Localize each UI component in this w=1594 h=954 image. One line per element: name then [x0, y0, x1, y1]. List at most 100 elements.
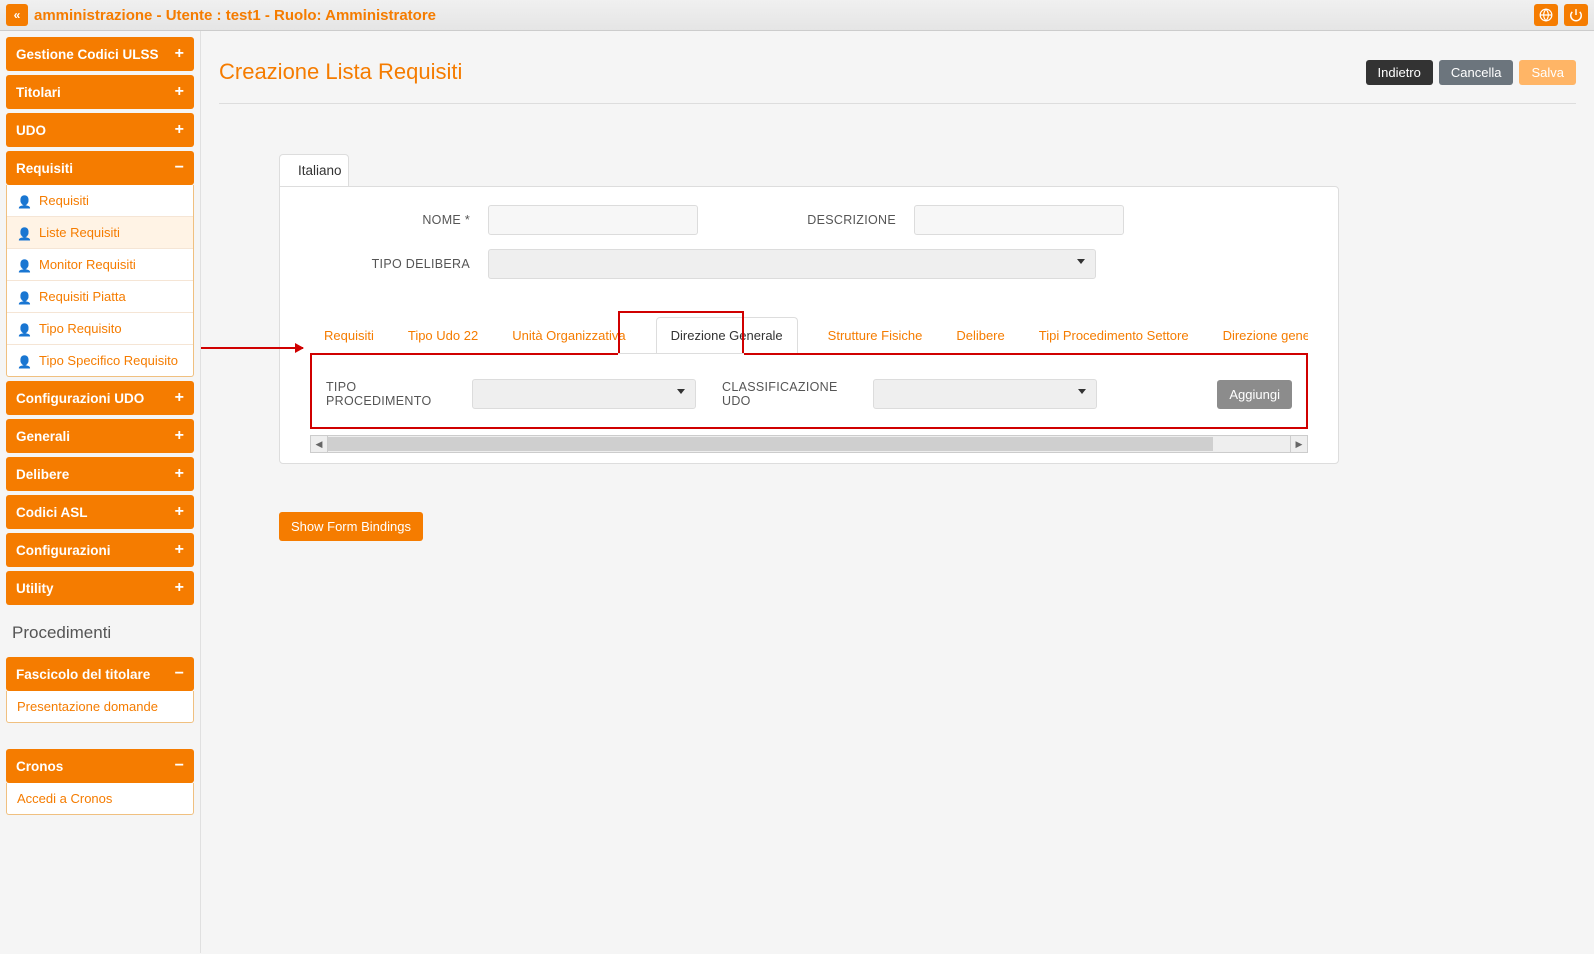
sidebar-group-utility[interactable]: Utility + — [6, 571, 194, 605]
globe-icon[interactable] — [1534, 4, 1558, 26]
sidebar-item-presentazione-domande[interactable]: Presentazione domande — [7, 691, 193, 722]
inner-tabs: Requisiti Tipo Udo 22 Unità Organizzativ… — [310, 317, 1308, 354]
tab-strutture-fisiche[interactable]: Strutture Fisiche — [824, 318, 927, 353]
input-descrizione[interactable] — [914, 205, 1124, 235]
expand-icon: + — [175, 83, 184, 101]
person-gear-icon — [17, 290, 31, 304]
label-tipo-procedimento: TIPO PROCEDIMENTO — [326, 380, 456, 408]
sidebar-item-label: Monitor Requisiti — [39, 257, 136, 272]
tab-requisiti[interactable]: Requisiti — [320, 318, 378, 353]
sidebar-group-delibere[interactable]: Delibere + — [6, 457, 194, 491]
sidebar-group-gestione-codici-ulss[interactable]: Gestione Codici ULSS + — [6, 37, 194, 71]
sidebar-group-fascicolo[interactable]: Fascicolo del titolare − — [6, 657, 194, 691]
tab-tipo-udo-22[interactable]: Tipo Udo 22 — [404, 318, 482, 353]
label-classificazione-udo: CLASSIFICAZIONE UDO — [722, 380, 857, 408]
person-gear-icon — [17, 258, 31, 272]
sidebar-group-configurazioni[interactable]: Configurazioni + — [6, 533, 194, 567]
select-tipo-delibera[interactable] — [488, 249, 1096, 279]
expand-icon: + — [175, 121, 184, 139]
page-title: Creazione Lista Requisiti — [219, 59, 462, 85]
horizontal-scrollbar[interactable]: ◀ ▶ — [310, 435, 1308, 453]
expand-icon: + — [175, 579, 184, 597]
tab-unita-organizzativa[interactable]: Unità Organizzativa — [508, 318, 629, 353]
sidebar-group-cronos[interactable]: Cronos − — [6, 749, 194, 783]
sidebar-group-label: Utility — [16, 581, 54, 596]
sidebar-item-label: Accedi a Cronos — [17, 791, 112, 806]
person-gear-icon — [17, 194, 31, 208]
show-form-bindings-button[interactable]: Show Form Bindings — [279, 512, 423, 541]
scroll-track[interactable] — [328, 435, 1290, 453]
select-classificazione-udo[interactable] — [873, 379, 1097, 409]
sidebar-group-requisiti[interactable]: Requisiti − — [6, 151, 194, 185]
form-card: NOME * DESCRIZIONE TIPO DELIBERA Requisi… — [279, 186, 1339, 464]
sidebar-item-label: Tipo Specifico Requisito — [39, 353, 178, 368]
sidebar-group-label: Gestione Codici ULSS — [16, 47, 159, 62]
sidebar-group-label: Delibere — [16, 467, 69, 482]
sidebar-item-requisiti-piatta[interactable]: Requisiti Piatta — [7, 281, 193, 313]
header-title: amministrazione - Utente : test1 - Ruolo… — [34, 7, 436, 24]
select-tipo-procedimento[interactable] — [472, 379, 696, 409]
sidebar-group-label: Requisiti — [16, 161, 73, 176]
sidebar-group-label: Codici ASL — [16, 505, 88, 520]
title-row: Creazione Lista Requisiti Indietro Cance… — [219, 59, 1576, 104]
tab-tipi-procedimento-settore[interactable]: Tipi Procedimento Settore — [1035, 318, 1193, 353]
sidebar-item-requisiti[interactable]: Requisiti — [7, 185, 193, 217]
header-right — [1534, 4, 1588, 26]
person-gear-icon — [17, 322, 31, 336]
tab-content-row: TIPO PROCEDIMENTO CLASSIFICAZIONE UDO Ag… — [326, 379, 1292, 409]
sidebar-item-tipo-requisito[interactable]: Tipo Requisito — [7, 313, 193, 345]
annotation-arrow — [201, 347, 303, 349]
expand-icon: + — [175, 541, 184, 559]
sidebar-group-titolari[interactable]: Titolari + — [6, 75, 194, 109]
sidebar-item-label: Liste Requisiti — [39, 225, 120, 240]
app-header: « amministrazione - Utente : test1 - Ruo… — [0, 0, 1594, 31]
sidebar-item-label: Requisiti — [39, 193, 89, 208]
power-icon[interactable] — [1564, 4, 1588, 26]
scroll-left-arrow-icon[interactable]: ◀ — [310, 435, 328, 453]
annotation-border — [312, 353, 618, 355]
sidebar-group-label: Cronos — [16, 759, 63, 774]
add-button[interactable]: Aggiungi — [1217, 380, 1292, 409]
expand-icon: + — [175, 45, 184, 63]
scroll-right-arrow-icon[interactable]: ▶ — [1290, 435, 1308, 453]
sidebar-group-label: Generali — [16, 429, 70, 444]
sidebar-group-codici-asl[interactable]: Codici ASL + — [6, 495, 194, 529]
chevron-down-icon — [1077, 259, 1085, 264]
back-button[interactable]: Indietro — [1366, 60, 1433, 85]
form-row-tipo-delibera: TIPO DELIBERA — [310, 249, 1308, 279]
sidebar-item-liste-requisiti[interactable]: Liste Requisiti — [7, 217, 193, 249]
collapse-icon: − — [175, 665, 184, 683]
sidebar-item-monitor-requisiti[interactable]: Monitor Requisiti — [7, 249, 193, 281]
sidebar-group-generali[interactable]: Generali + — [6, 419, 194, 453]
tab-direzione-generale-2[interactable]: Direzione generale — [1219, 318, 1308, 353]
collapse-icon: − — [175, 757, 184, 775]
annotation-border — [744, 353, 1306, 355]
person-gear-icon — [17, 354, 31, 368]
expand-icon: + — [175, 503, 184, 521]
form-card-wrapper: Italiano NOME * DESCRIZIONE TIPO DELIBER… — [279, 154, 1339, 464]
collapse-icon: − — [175, 159, 184, 177]
cancel-button[interactable]: Cancella — [1439, 60, 1514, 85]
sidebar-item-accedi-cronos[interactable]: Accedi a Cronos — [7, 783, 193, 814]
sidebar-section-procedimenti: Procedimenti — [6, 609, 194, 657]
highlighted-tab-panel: TIPO PROCEDIMENTO CLASSIFICAZIONE UDO Ag… — [310, 353, 1308, 429]
expand-icon: + — [175, 427, 184, 445]
tab-direzione-generale[interactable]: Direzione Generale — [656, 317, 798, 354]
sidebar-collapse-button[interactable]: « — [6, 4, 28, 26]
sidebar-item-tipo-specifico-requisito[interactable]: Tipo Specifico Requisito — [7, 345, 193, 376]
input-nome[interactable] — [488, 205, 698, 235]
sidebar-submenu-requisiti: Requisiti Liste Requisiti Monitor Requis… — [6, 185, 194, 377]
main-content: Creazione Lista Requisiti Indietro Cance… — [201, 31, 1594, 953]
sidebar-group-configurazioni-udo[interactable]: Configurazioni UDO + — [6, 381, 194, 415]
label-descrizione: DESCRIZIONE — [716, 213, 896, 227]
sidebar-group-label: UDO — [16, 123, 46, 138]
chevron-down-icon — [1078, 389, 1086, 394]
sidebar-submenu-fascicolo: Presentazione domande — [6, 691, 194, 723]
scroll-thumb[interactable] — [328, 437, 1213, 451]
chevron-down-icon — [677, 389, 685, 394]
sidebar-group-udo[interactable]: UDO + — [6, 113, 194, 147]
tab-delibere[interactable]: Delibere — [952, 318, 1008, 353]
language-tab[interactable]: Italiano — [279, 154, 349, 186]
save-button[interactable]: Salva — [1519, 60, 1576, 85]
sidebar-item-label: Presentazione domande — [17, 699, 158, 714]
